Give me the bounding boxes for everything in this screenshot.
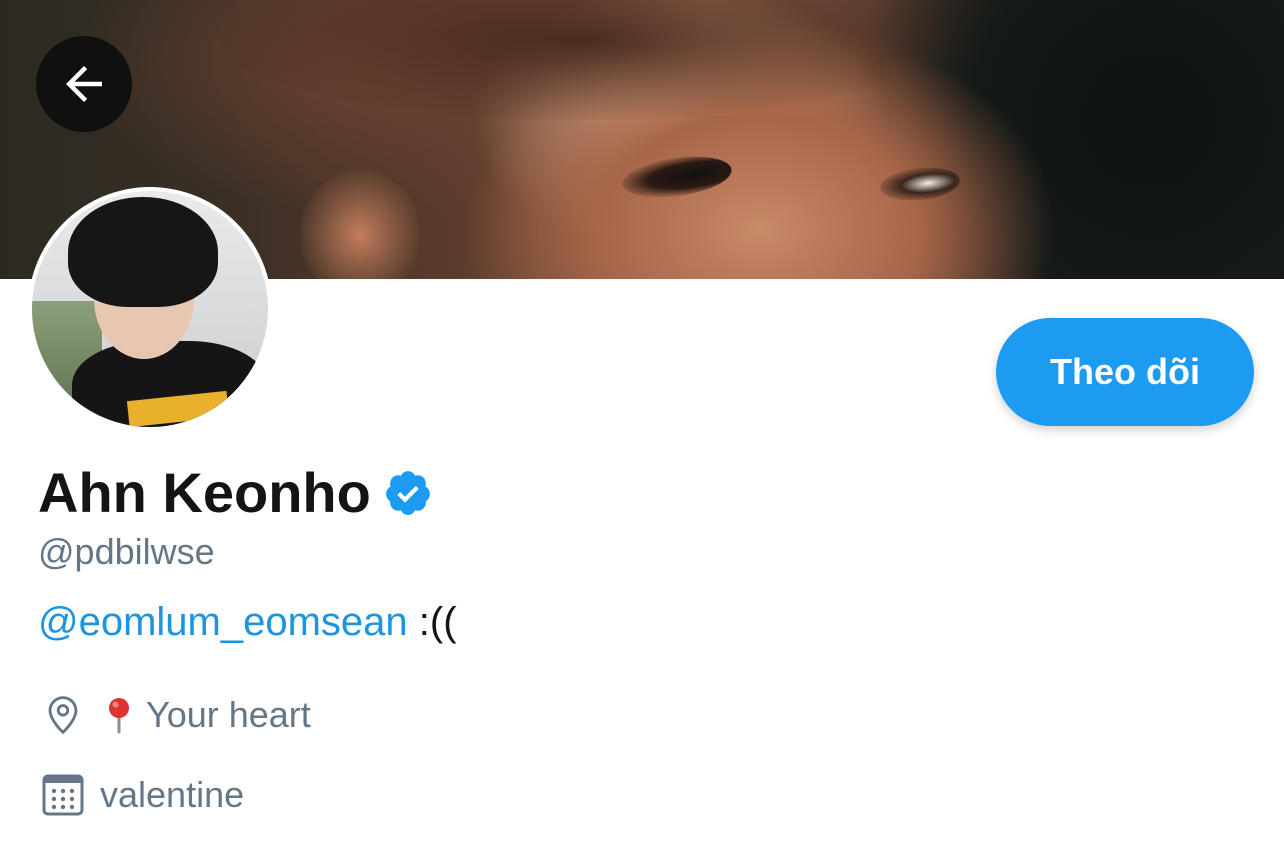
location-row: Your heart [38, 690, 311, 740]
birthday-row: valentine [38, 770, 244, 820]
bio-text: :(( [407, 600, 457, 644]
profile-handle: @pdbilwse [38, 531, 215, 572]
back-button[interactable] [36, 36, 132, 132]
round-pushpin-emoji [104, 695, 134, 735]
arrow-left-icon [57, 57, 111, 111]
location-text: Your heart [146, 694, 311, 735]
profile-bio: @eomlum_eomsean :(( [38, 598, 457, 646]
avatar-image [32, 191, 268, 427]
display-name: Ahn Keonho [38, 461, 371, 524]
follow-button[interactable]: Theo dõi [996, 318, 1254, 426]
name-row: Ahn Keonho [38, 458, 433, 528]
birthday-text: valentine [100, 774, 245, 815]
location-pin-icon [38, 690, 88, 740]
avatar[interactable] [28, 187, 272, 431]
bio-mention-link[interactable]: @eomlum_eomsean [38, 600, 408, 644]
profile-page: Theo dõi Ahn Keonho @pdbilwse @eomlum_eo… [0, 0, 1284, 841]
verified-badge-icon [383, 468, 433, 518]
calendar-icon [38, 770, 88, 820]
